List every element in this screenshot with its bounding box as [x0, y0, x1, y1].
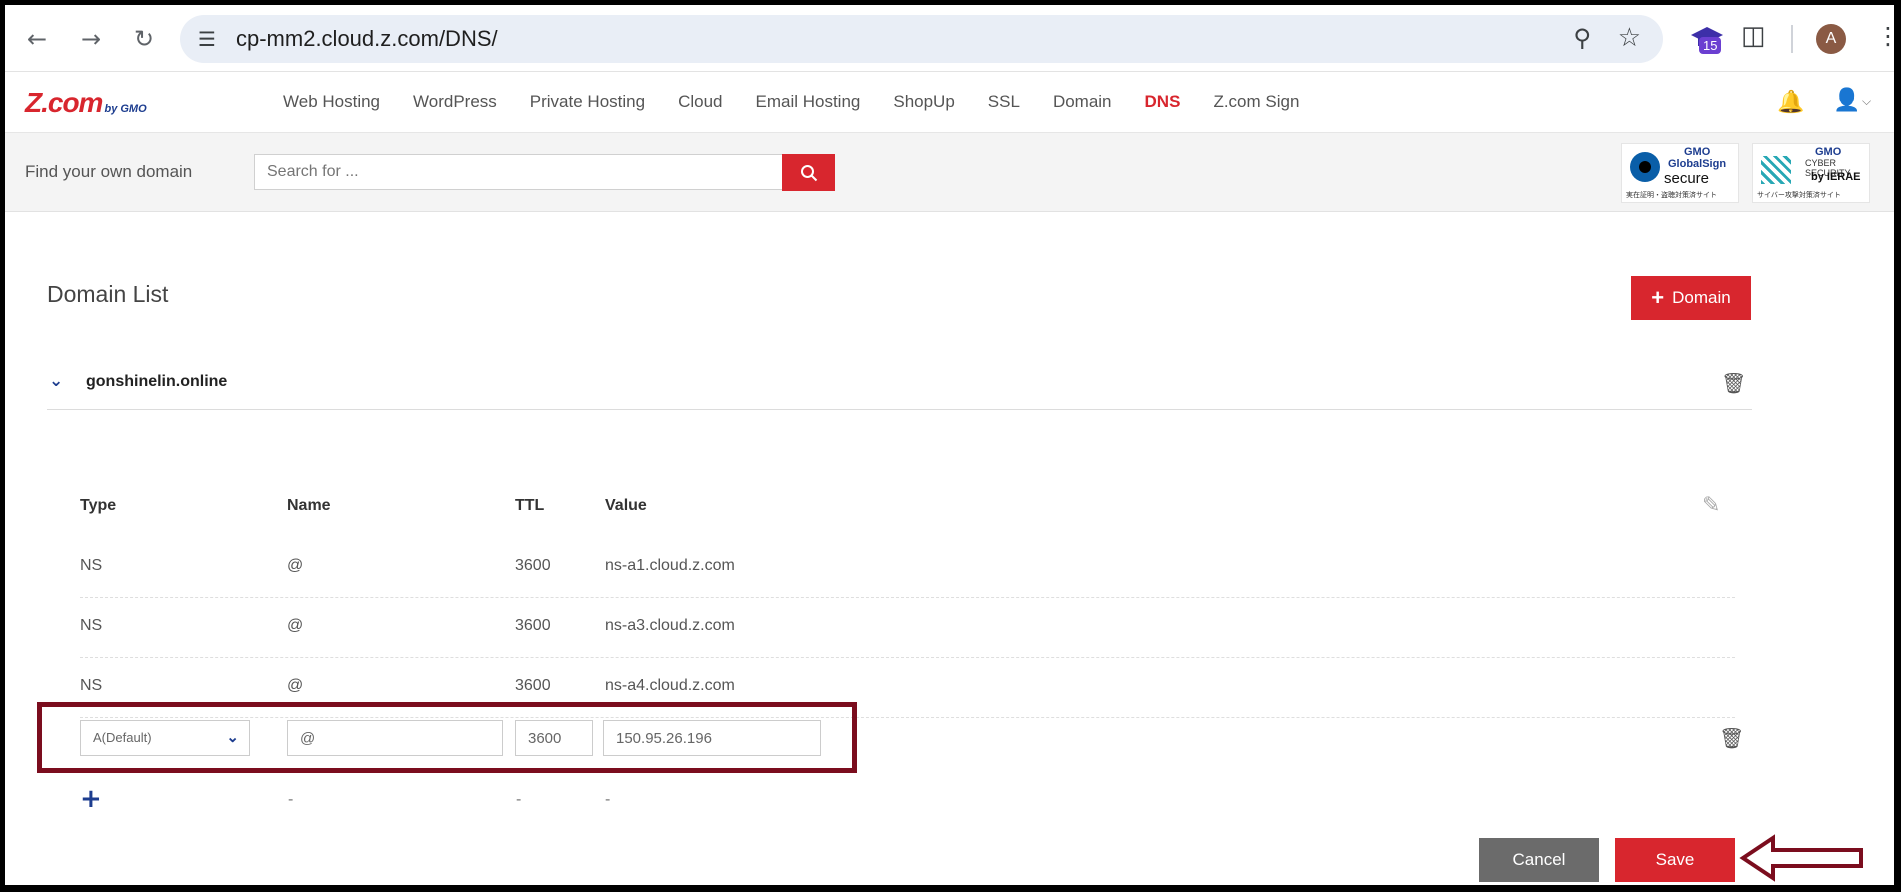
column-header-value: Value [605, 497, 647, 514]
page-title: Domain List [47, 281, 169, 307]
nav-web-hosting[interactable]: Web Hosting [283, 92, 380, 112]
domain-search-bar: Find your own domain GMO GlobalSign secu… [5, 133, 1894, 212]
zoom-icon[interactable]: ⚲ [1573, 24, 1591, 52]
site-header: Z.com by GMO Web Hosting WordPress Privat… [5, 72, 1894, 133]
browser-toolbar: ← → ↻ ☰ cp-mm2.cloud.z.com/DNS/ ⚲ ☆ 15 ◫… [5, 5, 1894, 72]
record-type: NS [80, 677, 103, 694]
delete-record-icon[interactable]: 🗑 [1719, 726, 1744, 750]
globalsign-secure-badge[interactable]: GMO GlobalSign secure 実在証明・盗聴対策済サイト [1621, 143, 1739, 203]
find-domain-label: Find your own domain [25, 162, 193, 181]
record-value: ns-a4.cloud.z.com [605, 677, 735, 694]
table-row: NS @ 3600 ns-a3.cloud.z.com [80, 597, 1735, 658]
search-icon [800, 164, 817, 181]
site-settings-icon[interactable]: ☰ [198, 27, 216, 51]
cancel-button[interactable]: Cancel [1479, 838, 1599, 882]
record-value: ns-a1.cloud.z.com [605, 557, 735, 574]
record-ttl: 3600 [515, 677, 551, 694]
nav-email-hosting[interactable]: Email Hosting [755, 92, 860, 112]
zcom-logo[interactable]: Z.com by GMO [25, 87, 147, 119]
add-domain-button[interactable]: + Domain [1631, 276, 1751, 320]
url-text[interactable]: cp-mm2.cloud.z.com/DNS/ [236, 26, 498, 52]
kebab-menu-icon[interactable]: ⋮ [1876, 22, 1894, 50]
bell-icon[interactable]: 🔔 [1777, 90, 1804, 115]
nav-ssl[interactable]: SSL [988, 92, 1020, 112]
column-header-name: Name [287, 497, 331, 514]
top-nav: Web Hosting WordPress Private Hosting Cl… [283, 72, 1332, 132]
ierae-logo [1761, 156, 1791, 184]
toolbar-divider [1791, 25, 1793, 53]
address-bar[interactable]: ☰ cp-mm2.cloud.z.com/DNS/ ⚲ ☆ [180, 15, 1663, 63]
table-row: NS @ 3600 ns-a1.cloud.z.com [80, 537, 1735, 598]
nav-domain[interactable]: Domain [1053, 92, 1112, 112]
placeholder-dash: - [288, 791, 294, 808]
column-header-type: Type [80, 497, 117, 514]
badge-gmo-text: GMO [1684, 146, 1711, 158]
reload-icon[interactable]: ↻ [127, 22, 161, 56]
nav-zcom-sign[interactable]: Z.com Sign [1213, 92, 1299, 112]
nav-shopup[interactable]: ShopUp [893, 92, 954, 112]
save-button[interactable]: Save [1615, 838, 1735, 882]
back-icon[interactable]: ← [20, 22, 54, 56]
badge-ierae-text: by IERAE [1811, 171, 1861, 183]
record-type: NS [80, 557, 103, 574]
extension-badge: 15 [1699, 37, 1722, 54]
avatar[interactable]: A [1816, 24, 1846, 54]
record-name: @ [287, 677, 304, 694]
record-ttl: 3600 [515, 617, 551, 634]
chevron-down-icon[interactable]: ⌄ [49, 371, 63, 391]
delete-domain-icon[interactable]: 🗑 [1721, 371, 1746, 395]
record-name: @ [287, 557, 304, 574]
search-input[interactable] [254, 154, 784, 190]
add-record-icon[interactable]: + [80, 784, 102, 814]
forward-icon[interactable]: → [74, 22, 108, 56]
search-button[interactable] [782, 154, 835, 191]
nav-private-hosting[interactable]: Private Hosting [530, 92, 645, 112]
chevron-down-icon[interactable]: ⌵ [1862, 94, 1871, 109]
plus-icon: + [1651, 285, 1665, 310]
nav-dns[interactable]: DNS [1145, 92, 1181, 112]
record-value: ns-a3.cloud.z.com [605, 617, 735, 634]
badge-footer-text: サイバー攻撃対策済サイト [1757, 191, 1841, 199]
globalsign-eye-logo [1630, 152, 1660, 182]
annotation-arrow-icon [1739, 834, 1863, 882]
placeholder-dash: - [605, 791, 611, 808]
record-ttl: 3600 [515, 557, 551, 574]
column-header-ttl: TTL [515, 497, 545, 514]
domain-accordion-header[interactable]: ⌄ gonshinelin.online 🗑 [47, 363, 1752, 410]
logo-main: Z.com [25, 87, 103, 118]
puzzle-icon[interactable]: ◫ [1741, 21, 1766, 51]
browser-window: ← → ↻ ☰ cp-mm2.cloud.z.com/DNS/ ⚲ ☆ 15 ◫… [5, 5, 1894, 885]
nav-wordpress[interactable]: WordPress [413, 92, 497, 112]
star-icon[interactable]: ☆ [1618, 23, 1641, 53]
annotation-highlight-box [37, 702, 857, 773]
badge-secure-text: secure [1664, 170, 1710, 187]
placeholder-dash: - [516, 791, 522, 808]
pencil-icon[interactable]: ✎ [1702, 493, 1720, 518]
record-name: @ [287, 617, 304, 634]
cyber-security-badge[interactable]: GMO CYBER SECURITY by IERAE サイバー攻撃対策済サイト [1752, 143, 1870, 203]
user-icon[interactable]: 👤 [1833, 88, 1860, 113]
add-domain-label: Domain [1672, 288, 1731, 307]
badge-footer-text: 実在証明・盗聴対策済サイト [1626, 191, 1717, 199]
logo-by: by GMO [104, 103, 147, 115]
nav-cloud[interactable]: Cloud [678, 92, 722, 112]
domain-name: gonshinelin.online [86, 373, 228, 390]
badge-globalsign-text: GlobalSign [1668, 158, 1727, 170]
badge-gmo-text: GMO [1815, 146, 1842, 158]
record-type: NS [80, 617, 103, 634]
